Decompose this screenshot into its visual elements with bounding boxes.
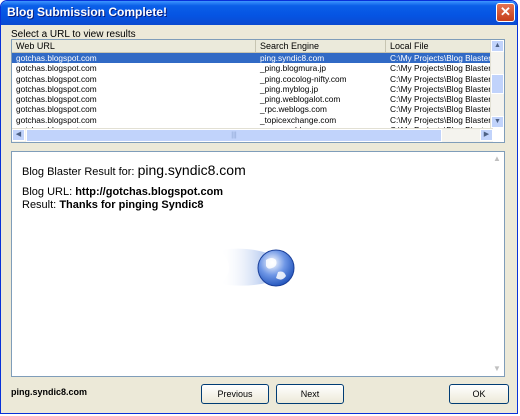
- table-row[interactable]: gotchas.blogspot.com _ping.myblog.jp C:\My…: [12, 84, 492, 94]
- blog-url-label: Blog URL:: [22, 186, 73, 198]
- next-button[interactable]: Next: [276, 384, 344, 404]
- close-button[interactable]: ✕: [496, 3, 515, 22]
- url-results-list[interactable]: Web URL Search Engine Local File gotchas…: [11, 39, 505, 143]
- title-bar[interactable]: Blog Submission Complete! ✕: [1, 1, 517, 25]
- close-icon: ✕: [500, 4, 511, 19]
- result-line: Result: Thanks for pinging Syndic8: [22, 199, 204, 211]
- result-scrollbar[interactable]: ▲ ▼: [491, 152, 504, 376]
- local-file-cell: C:\My Projects\Blog Blaster\B: [390, 94, 492, 105]
- search-engine-cell: _rpc.weblogs.com: [260, 104, 327, 115]
- local-file-cell: C:\My Projects\Blog Blaster\B: [390, 83, 492, 94]
- list-rows: gotchas.blogspot.com ping.syndic8.com C:\M…: [12, 53, 492, 135]
- table-row[interactable]: gotchas.blogspot.com _ping.weblogalot.com…: [12, 94, 492, 104]
- table-row[interactable]: gotchas.blogspot.com _topicexchange.com C:…: [12, 115, 492, 125]
- local-file-cell: C:\My Projects\Blog Blaster\B: [390, 73, 492, 84]
- local-file-cell: C:\My Projects\Blog Blaster\B: [390, 63, 492, 74]
- vertical-scrollbar[interactable]: ▲ ▼: [490, 40, 504, 128]
- local-file-cell: C:\My Projects\Blog Blaster\B: [390, 104, 492, 115]
- result-engine: ping.syndic8.com: [137, 162, 246, 178]
- column-header-search-engine[interactable]: Search Engine: [256, 40, 386, 52]
- table-row[interactable]: gotchas.blogspot.com _ping.blogmura.jp C:\…: [12, 63, 492, 73]
- blog-url-line: Blog URL: http://gotchas.blogspot.com: [22, 186, 223, 198]
- scroll-up-button[interactable]: ▲: [491, 40, 504, 52]
- web-url-cell: gotchas.blogspot.com: [16, 63, 97, 74]
- web-url-cell: gotchas.blogspot.com: [16, 73, 97, 84]
- scroll-left-button[interactable]: ◀: [12, 129, 25, 141]
- result-status-value: Thanks for pinging Syndic8: [59, 199, 204, 211]
- previous-button[interactable]: Previous: [201, 384, 269, 404]
- result-scroll-up-icon[interactable]: ▲: [493, 154, 501, 163]
- web-url-cell: gotchas.blogspot.com: [16, 83, 97, 94]
- web-url-cell: gotchas.blogspot.com: [16, 53, 97, 63]
- horizontal-scroll-thumb[interactable]: |||: [26, 129, 442, 142]
- table-row[interactable]: gotchas.blogspot.com _ping.cocolog-nifty.…: [12, 74, 492, 84]
- status-text: ping.syndic8.com: [11, 387, 88, 397]
- ok-button[interactable]: OK: [449, 384, 509, 404]
- dialog-window: Blog Submission Complete! ✕ Select a URL…: [0, 0, 518, 414]
- search-engine-cell: _ping.weblogalot.com: [260, 94, 341, 105]
- scroll-down-button[interactable]: ▼: [491, 116, 504, 128]
- result-scroll-down-icon[interactable]: ▼: [493, 364, 501, 373]
- column-header-local-file[interactable]: Local File: [386, 40, 492, 52]
- column-header-web-url[interactable]: Web URL: [12, 40, 256, 52]
- search-engine-cell: ping.syndic8.com: [260, 53, 325, 63]
- result-status-label: Result:: [22, 199, 57, 211]
- result-label: Blog Blaster Result for:: [22, 166, 135, 178]
- vertical-scroll-thumb[interactable]: [491, 74, 504, 94]
- scroll-right-button[interactable]: ▶: [480, 129, 493, 141]
- web-url-cell: gotchas.blogspot.com: [16, 114, 97, 125]
- table-row[interactable]: gotchas.blogspot.com _rpc.weblogs.com C:\M…: [12, 104, 492, 114]
- search-engine-cell: _ping.blogmura.jp: [260, 63, 326, 74]
- local-file-cell: C:\My Projects\Blog Blaster\B: [390, 53, 492, 63]
- web-url-cell: gotchas.blogspot.com: [16, 94, 97, 105]
- local-file-cell: C:\My Projects\Blog Blaster\B: [390, 114, 492, 125]
- blog-url-value: http://gotchas.blogspot.com: [75, 186, 224, 198]
- list-header: Web URL Search Engine Local File: [12, 40, 492, 53]
- web-url-cell: gotchas.blogspot.com: [16, 104, 97, 115]
- globe-icon: [218, 244, 298, 295]
- search-engine-cell: _topicexchange.com: [260, 114, 337, 125]
- window-title: Blog Submission Complete!: [7, 5, 168, 19]
- horizontal-scrollbar[interactable]: ◀ ||| ▶: [12, 128, 493, 142]
- result-header: Blog Blaster Result for: ping.syndic8.co…: [22, 162, 246, 178]
- table-row[interactable]: gotchas.blogspot.com ping.syndic8.com C:\M…: [12, 53, 492, 64]
- result-panel: Blog Blaster Result for: ping.syndic8.co…: [11, 151, 505, 377]
- search-engine-cell: _ping.myblog.jp: [260, 83, 319, 94]
- search-engine-cell: _ping.cocolog-nifty.com: [260, 73, 347, 84]
